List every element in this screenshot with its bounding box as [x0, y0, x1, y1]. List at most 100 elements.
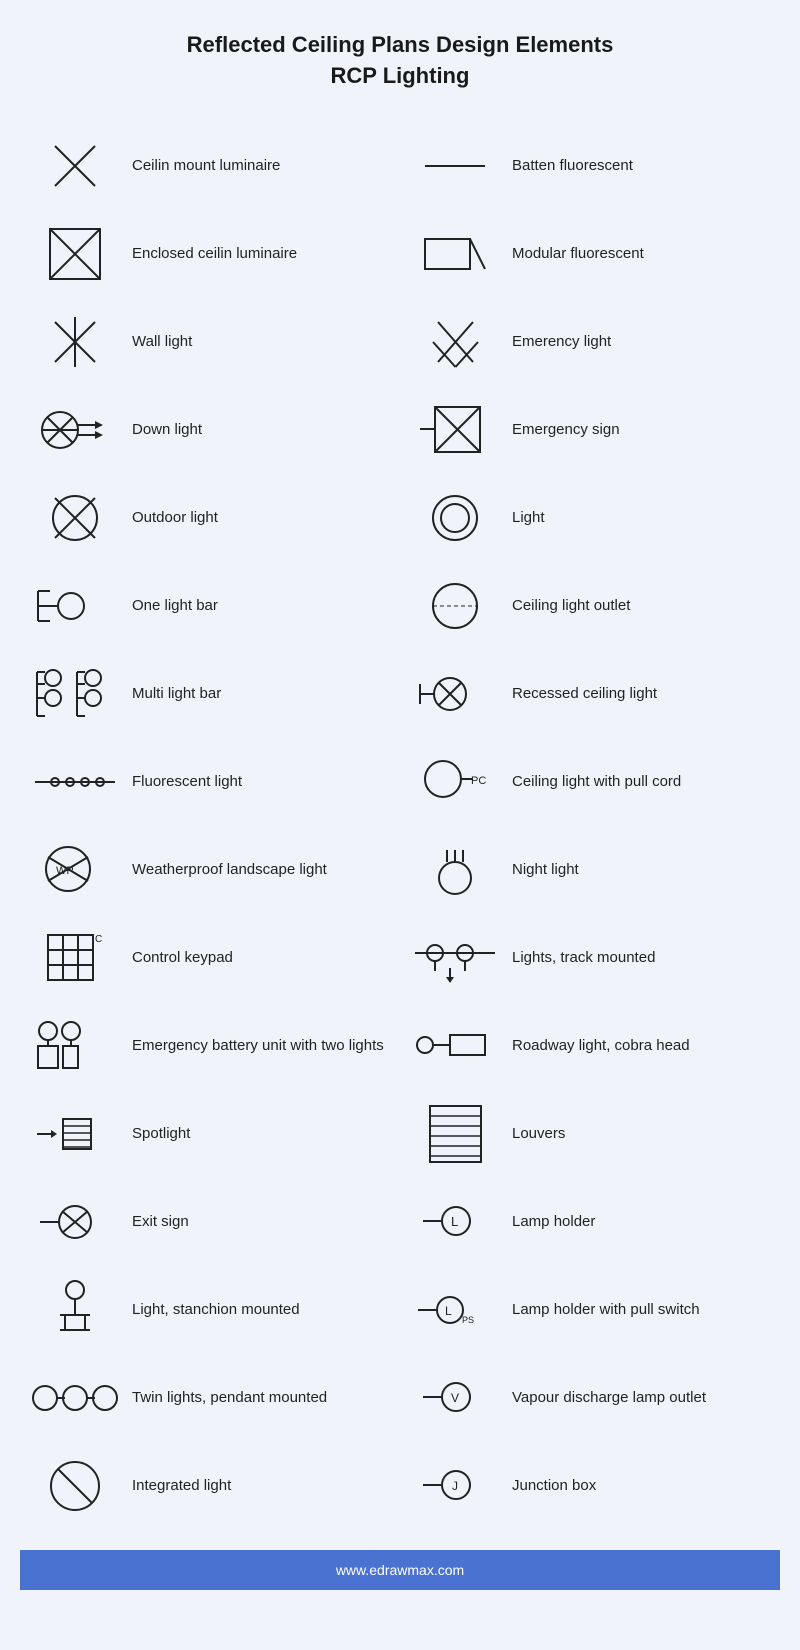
light-circle-icon: [410, 488, 500, 548]
ceiling-outlet-icon: [410, 576, 500, 636]
emergency-battery-icon: [30, 1016, 120, 1076]
vapour-discharge-icon: V: [410, 1368, 500, 1428]
junction-box-icon: J: [410, 1456, 500, 1516]
integrated-light-icon: [30, 1456, 120, 1516]
cobra-head-label: Roadway light, cobra head: [512, 1035, 770, 1056]
wall-light-label: Wall light: [132, 331, 390, 352]
list-item: Louvers: [400, 1090, 780, 1178]
multi-light-bar-label: Multi light bar: [132, 683, 390, 704]
twin-pendant-icon: [30, 1368, 120, 1428]
multi-light-bar-icon: [30, 664, 120, 724]
emergency-battery-label: Emergency battery unit with two lights: [132, 1035, 390, 1056]
cobra-head-icon: [410, 1016, 500, 1076]
exit-sign-label: Exit sign: [132, 1211, 390, 1232]
list-item: Wall light: [20, 298, 400, 386]
page: Reflected Ceiling Plans Design Elements …: [0, 0, 800, 1650]
svg-text:L: L: [445, 1304, 452, 1318]
items-grid: Ceilin mount luminaire Batten fluorescen…: [20, 122, 780, 1530]
recessed-ceiling-icon: [410, 664, 500, 724]
list-item: Emergency battery unit with two lights: [20, 1002, 400, 1090]
down-light-icon: [30, 400, 120, 460]
list-item: Enclosed ceilin luminaire: [20, 210, 400, 298]
modular-fluorescent-icon: [410, 224, 500, 284]
louvers-icon: [410, 1104, 500, 1164]
junction-box-label: Junction box: [512, 1475, 770, 1496]
fluorescent-light-icon: [30, 752, 120, 812]
lamp-holder-label: Lamp holder: [512, 1211, 770, 1232]
list-item: Integrated light: [20, 1442, 400, 1530]
louvers-label: Louvers: [512, 1123, 770, 1144]
list-item: C Control keypad: [20, 914, 400, 1002]
recessed-ceiling-label: Recessed ceiling light: [512, 683, 770, 704]
twin-pendant-label: Twin lights, pendant mounted: [132, 1387, 390, 1408]
list-item: Batten fluorescent: [400, 122, 780, 210]
light-label: Light: [512, 507, 770, 528]
emergency-sign-icon: [410, 400, 500, 460]
list-item: Roadway light, cobra head: [400, 1002, 780, 1090]
modular-label: Modular fluorescent: [512, 243, 770, 264]
control-keypad-icon: C: [30, 928, 120, 988]
down-light-label: Down light: [132, 419, 390, 440]
list-item: Light, stanchion mounted: [20, 1266, 400, 1354]
list-item: WP Weatherproof landscape light: [20, 826, 400, 914]
list-item: Emergency sign: [400, 386, 780, 474]
list-item: Ceiling light outlet: [400, 562, 780, 650]
ceiling-mount-label: Ceilin mount luminaire: [132, 155, 390, 176]
list-item: Outdoor light: [20, 474, 400, 562]
svg-text:V: V: [451, 1391, 459, 1405]
svg-text:PC: PC: [471, 775, 486, 787]
list-item: Ceilin mount luminaire: [20, 122, 400, 210]
lamp-holder-icon: L: [410, 1192, 500, 1252]
emergency-sign-label: Emergency sign: [512, 419, 770, 440]
svg-text:PS: PS: [462, 1315, 474, 1325]
list-item: L PS Lamp holder with pull switch: [400, 1266, 780, 1354]
exit-sign-icon: [30, 1192, 120, 1252]
pull-cord-label: Ceiling light with pull cord: [512, 771, 770, 792]
spotlight-label: Spotlight: [132, 1123, 390, 1144]
list-item: One light bar: [20, 562, 400, 650]
emergency-light-label: Emerency light: [512, 331, 770, 352]
page-title: Reflected Ceiling Plans Design Elements …: [20, 30, 780, 92]
integrated-light-label: Integrated light: [132, 1475, 390, 1496]
svg-text:L: L: [451, 1214, 458, 1229]
track-mounted-icon: [410, 928, 500, 988]
ceiling-outlet-label: Ceiling light outlet: [512, 595, 770, 616]
lamp-pull-switch-icon: L PS: [410, 1280, 500, 1340]
enclosed-ceiling-icon: [30, 224, 120, 284]
list-item: Lights, track mounted: [400, 914, 780, 1002]
outdoor-light-label: Outdoor light: [132, 507, 390, 528]
one-light-bar-label: One light bar: [132, 595, 390, 616]
fluorescent-label: Fluorescent light: [132, 771, 390, 792]
svg-text:J: J: [452, 1479, 458, 1493]
list-item: V Vapour discharge lamp outlet: [400, 1354, 780, 1442]
track-mounted-label: Lights, track mounted: [512, 947, 770, 968]
ceiling-mount-icon: [30, 136, 120, 196]
list-item: PC Ceiling light with pull cord: [400, 738, 780, 826]
list-item: L Lamp holder: [400, 1178, 780, 1266]
svg-text:WP: WP: [56, 865, 74, 877]
night-light-label: Night light: [512, 859, 770, 880]
weatherproof-label: Weatherproof landscape light: [132, 859, 390, 880]
emergency-light-icon: [410, 312, 500, 372]
list-item: Fluorescent light: [20, 738, 400, 826]
lamp-pull-switch-label: Lamp holder with pull switch: [512, 1299, 770, 1320]
one-light-bar-icon: [30, 576, 120, 636]
list-item: Twin lights, pendant mounted: [20, 1354, 400, 1442]
page-header: Reflected Ceiling Plans Design Elements …: [20, 30, 780, 92]
enclosed-label: Enclosed ceilin luminaire: [132, 243, 390, 264]
list-item: Night light: [400, 826, 780, 914]
spotlight-icon: [30, 1104, 120, 1164]
list-item: J Junction box: [400, 1442, 780, 1530]
list-item: Spotlight: [20, 1090, 400, 1178]
page-footer: www.edrawmax.com: [20, 1550, 780, 1590]
stanchion-label: Light, stanchion mounted: [132, 1299, 390, 1320]
list-item: Emerency light: [400, 298, 780, 386]
pull-cord-icon: PC: [410, 752, 500, 812]
list-item: Exit sign: [20, 1178, 400, 1266]
list-item: Light: [400, 474, 780, 562]
batten-label: Batten fluorescent: [512, 155, 770, 176]
footer-text: www.edrawmax.com: [336, 1562, 464, 1578]
list-item: Recessed ceiling light: [400, 650, 780, 738]
control-keypad-label: Control keypad: [132, 947, 390, 968]
night-light-icon: [410, 840, 500, 900]
